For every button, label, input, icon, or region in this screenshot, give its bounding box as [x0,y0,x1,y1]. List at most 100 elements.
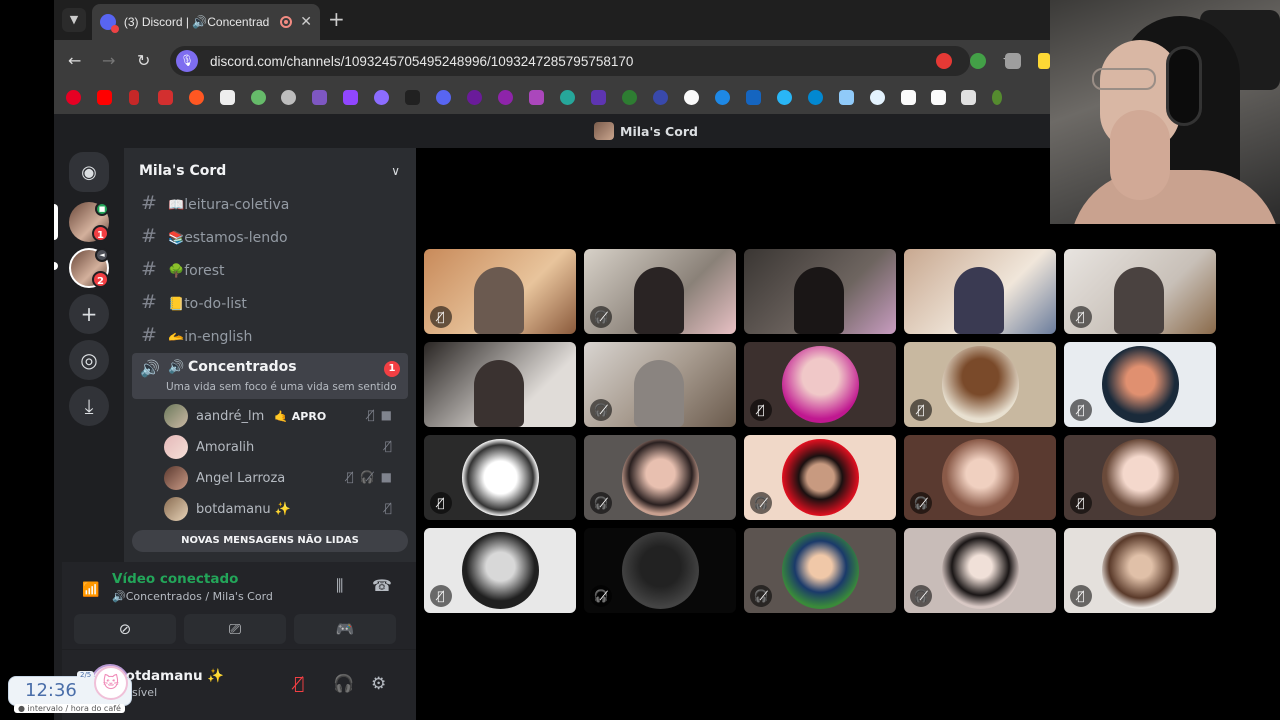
mic-muted-icon[interactable]: 🎙̸ [294,674,304,694]
mic-muted-icon: 🎙̸ [430,492,452,514]
video-tile[interactable]: 🎙̸ [1064,249,1216,334]
bookmark-icon[interactable] [251,90,266,105]
bookmark-icon[interactable] [405,90,420,105]
webcam-glasses [1092,68,1156,90]
bookmark-icon[interactable] [870,90,885,105]
new-tab-icon[interactable]: + [328,9,345,29]
back-icon[interactable]: ← [68,51,81,70]
noise-suppression-icon[interactable]: ⫼ [336,576,343,596]
video-tile[interactable]: 🎙̸ [1064,528,1216,613]
bookmark-icon[interactable] [529,90,544,105]
download-apps-button[interactable]: ⤓ [69,386,109,426]
video-tile[interactable]: 🎙̸ [424,435,576,520]
voice-user[interactable]: Angel Larroza 🎙̸ 🎧̸ ■ [164,463,408,493]
channel-leitura-coletiva[interactable]: # 📖leitura-coletiva [132,188,408,218]
bookmark-icon[interactable] [961,90,976,105]
discord-bookmark-icon[interactable] [436,90,451,105]
settings-gear-icon[interactable]: ⚙ [371,674,386,694]
activities-button[interactable]: 🎮 [294,614,396,644]
youtube-bookmark-icon[interactable] [97,90,112,105]
video-tile[interactable]: 🎙̸ [424,528,576,613]
close-tab-icon[interactable]: ✕ [300,14,312,30]
bookmark-icon[interactable] [746,90,761,105]
bookmark-icon[interactable] [374,90,389,105]
voice-user[interactable]: Amoralih 🎙̸ [164,432,408,462]
amazon-bookmark-icon[interactable] [931,90,946,105]
bookmark-icon[interactable] [622,90,637,105]
voice-user-tag: 🤙 APRO [274,409,327,423]
video-tile[interactable]: 🎙̸ [424,249,576,334]
new-messages-pill[interactable]: NOVAS MENSAGENS NÃO LIDAS [132,530,408,552]
disconnect-icon[interactable]: ☎ [372,576,392,595]
amazon-bookmark-icon[interactable] [901,90,916,105]
discord-home-button[interactable]: ◉ [69,152,109,192]
video-tile[interactable]: 🎙̸ [744,342,896,427]
forward-icon[interactable]: → [102,51,115,70]
channel-forest[interactable]: # 🌳forest [132,254,408,284]
bookmark-icon[interactable] [992,90,1002,105]
participant-video [794,267,844,334]
extension-icon[interactable] [970,53,986,69]
video-tile[interactable] [424,342,576,427]
voice-user[interactable]: botdamanu ✨ 🎙̸ [164,494,408,524]
pinterest-bookmark-icon[interactable] [66,90,81,105]
bookmark-icon[interactable] [498,90,513,105]
video-tile[interactable]: 🎧̸ [584,342,736,427]
bookmark-icon[interactable] [220,90,235,105]
tab-search-icon[interactable]: ▼ [62,8,86,32]
bookmark-icon[interactable] [281,90,296,105]
telegram-bookmark-icon[interactable] [777,90,792,105]
address-bar[interactable]: 🎙 discord.com/channels/10932457054952489… [170,46,1016,76]
extension-icon[interactable] [936,53,952,69]
video-tile[interactable]: 🎧̸ [584,249,736,334]
browser-tab-discord[interactable]: (3) Discord | 🔊Concentrad ✕ [92,4,320,40]
twitch-bookmark-icon[interactable] [343,90,358,105]
video-tile[interactable] [904,249,1056,334]
channel-in-english[interactable]: # 🫴in-english [132,320,408,350]
voice-user[interactable]: aandré_lm 🤙 APRO 🎙̸ ■ [164,401,408,431]
camera-off-button[interactable]: ⊘ [74,614,176,644]
bookmark-icon[interactable] [560,90,575,105]
bookmark-icon[interactable] [591,90,606,105]
extension-icon[interactable] [1038,53,1050,69]
screen-share-button[interactable]: ⎚ [184,614,286,644]
video-tile[interactable] [744,249,896,334]
mic-muted-icon: 🎙̸ [1070,306,1092,328]
add-server-button[interactable]: + [69,294,109,334]
site-info-icon[interactable]: 🎙 [176,50,198,72]
bookmark-icon[interactable] [808,90,823,105]
extension-icon[interactable] [1005,53,1021,69]
video-tile[interactable]: 🎧̸ [584,435,736,520]
user-name[interactable]: botdamanu ✨ [116,668,224,684]
bookmark-icon[interactable] [684,90,699,105]
bookmark-icon[interactable] [129,90,139,105]
camera-icon: ■ [380,408,392,422]
video-tile[interactable]: 🎧̸ [744,528,896,613]
bookmark-icon[interactable] [715,90,730,105]
bookmark-icon[interactable] [312,90,327,105]
explore-servers-button[interactable]: ◎ [69,340,109,380]
video-tile[interactable]: 🎙̸ [904,342,1056,427]
channel-estamos-lendo[interactable]: # 📚estamos-lendo [132,221,408,251]
avatar [942,346,1019,423]
connection-signal-icon[interactable]: 📶 [82,582,99,598]
video-tile[interactable]: 🎧̸ [904,435,1056,520]
mic-muted-icon: 🎙̸ [367,408,375,422]
voice-connected-subtitle[interactable]: 🔊Concentrados / Mila's Cord [112,590,273,603]
video-tile[interactable]: 🎧̸ [584,528,736,613]
bookmark-icon[interactable] [839,90,854,105]
channel-to-do-list[interactable]: # 📒to-do-list [132,287,408,317]
video-tile[interactable]: 🎙̸ [1064,435,1216,520]
video-tile[interactable]: 🎧̸ [744,435,896,520]
video-tile[interactable]: 🎧̸ [904,528,1056,613]
bookmark-icon[interactable] [158,90,173,105]
bookmark-icon[interactable] [653,90,668,105]
video-tile[interactable]: 🎙̸ [1064,342,1216,427]
deafened-icon: 🎧̸ [750,492,772,514]
bookmark-icon[interactable] [189,90,204,105]
voice-channel-concentrados[interactable]: 🔊 🔊 Concentrados Uma vida sem foco é uma… [132,353,408,399]
reload-icon[interactable]: ↻ [137,51,150,70]
voice-connected-title[interactable]: Vídeo conectado [112,571,238,587]
bookmark-icon[interactable] [467,90,482,105]
headphones-icon[interactable]: 🎧 [333,674,354,694]
